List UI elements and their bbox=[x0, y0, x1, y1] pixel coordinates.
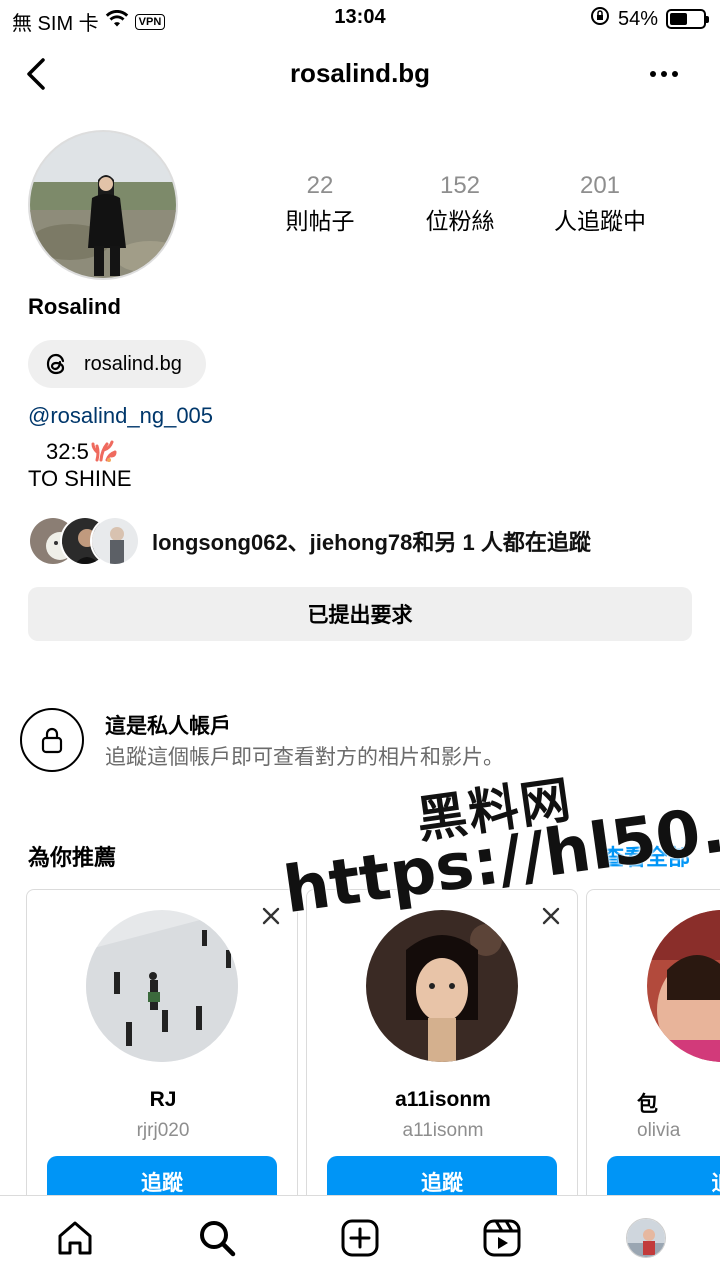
orientation-lock-icon bbox=[590, 6, 610, 32]
header-username: rosalind.bg bbox=[289, 58, 431, 88]
stat-label: 位粉絲 bbox=[425, 208, 495, 234]
battery-percent: 54% bbox=[617, 7, 658, 30]
tab-reels[interactable] bbox=[480, 1216, 524, 1260]
mutual-followers-text: longsong062、jiehong78和另 1 人都在追蹤 bbox=[152, 530, 591, 555]
suggestion-handle: rjrj020 bbox=[136, 1120, 190, 1141]
profile-avatar[interactable] bbox=[28, 130, 178, 280]
private-account-notice: 這是私人帳戶 追蹤這個帳戶即可查看對方的相片和影片。 bbox=[20, 706, 700, 774]
stat-label: 人追蹤中 bbox=[554, 208, 646, 234]
mutual-avatar bbox=[90, 516, 140, 566]
tab-home[interactable] bbox=[53, 1216, 97, 1260]
reels-icon bbox=[483, 1219, 521, 1257]
suggestion-handle: a11isonm bbox=[402, 1120, 484, 1141]
dismiss-button[interactable] bbox=[259, 904, 283, 928]
close-icon bbox=[262, 907, 280, 925]
bio-text: 32:5 bbox=[46, 439, 89, 464]
profile-tab-avatar bbox=[626, 1218, 666, 1258]
profile-stats: 22 則帖子 152 位粉絲 201 人追蹤中 bbox=[250, 172, 670, 236]
stat-posts[interactable]: 22 則帖子 bbox=[250, 172, 390, 236]
more-dots-icon bbox=[650, 71, 678, 77]
stat-followers[interactable]: 152 位粉絲 bbox=[390, 172, 530, 236]
threads-icon bbox=[46, 353, 65, 375]
status-bar: 無 SIM 卡 VPN 13:04 54% bbox=[0, 0, 720, 36]
bio-mention-link[interactable]: @rosalind_ng_005 bbox=[28, 403, 213, 429]
coral-emoji-icon bbox=[91, 436, 117, 468]
suggestion-card[interactable]: RJ rjrj020 追蹤 bbox=[26, 889, 298, 1199]
stat-value: 152 bbox=[439, 172, 481, 199]
suggestions-title: 為你推薦 bbox=[28, 845, 117, 870]
stat-following[interactable]: 201 人追蹤中 bbox=[530, 172, 670, 236]
mutual-avatars bbox=[28, 516, 140, 566]
bio-line-2: TO SHINE bbox=[28, 466, 132, 491]
bottom-tab-bar bbox=[0, 1195, 720, 1280]
follow-button[interactable]: 追蹤 bbox=[47, 1156, 277, 1199]
threads-handle: rosalind.bg bbox=[84, 352, 182, 375]
suggestion-avatar[interactable] bbox=[86, 910, 238, 1062]
stat-value: 201 bbox=[579, 172, 621, 199]
display-name: Rosalind bbox=[28, 294, 121, 319]
mutual-followers[interactable]: longsong062、jiehong78和另 1 人都在追蹤 bbox=[28, 515, 708, 567]
suggestion-carousel[interactable]: RJ rjrj020 追蹤 a11isonm a11isonm 追蹤 包 oli… bbox=[26, 889, 720, 1199]
requested-button[interactable]: 已提出要求 bbox=[28, 587, 692, 641]
stat-value: 22 bbox=[306, 172, 334, 199]
suggestion-avatar[interactable] bbox=[366, 910, 518, 1062]
suggestion-handle: olivia bbox=[637, 1120, 681, 1141]
close-icon bbox=[542, 907, 560, 925]
suggestion-name: a11isonm bbox=[395, 1088, 491, 1111]
private-subtitle: 追蹤這個帳戶即可查看對方的相片和影片。 bbox=[105, 746, 504, 769]
profile-header: rosalind.bg bbox=[0, 44, 720, 104]
stat-label: 則帖子 bbox=[285, 208, 355, 234]
battery-icon bbox=[666, 9, 709, 29]
threads-link-chip[interactable]: rosalind.bg bbox=[28, 340, 206, 388]
suggestion-card[interactable]: 包 olivia 追 bbox=[586, 889, 720, 1199]
status-right: 54% bbox=[590, 6, 709, 32]
add-post-icon bbox=[341, 1219, 379, 1257]
private-title: 這是私人帳戶 bbox=[105, 715, 231, 738]
suggestion-avatar[interactable] bbox=[647, 910, 720, 1062]
lock-icon bbox=[20, 708, 84, 772]
bio-line-1: 32:5 bbox=[46, 436, 117, 468]
suggestion-name: 包 bbox=[637, 1093, 658, 1116]
home-icon bbox=[58, 1221, 92, 1255]
follow-button[interactable]: 追 bbox=[607, 1156, 720, 1199]
tab-search[interactable] bbox=[195, 1216, 239, 1260]
more-options-button[interactable] bbox=[646, 56, 682, 92]
search-icon bbox=[200, 1221, 236, 1257]
suggestion-card[interactable]: a11isonm a11isonm 追蹤 bbox=[306, 889, 578, 1199]
dismiss-button[interactable] bbox=[539, 904, 563, 928]
suggestion-name: RJ bbox=[149, 1088, 177, 1111]
follow-button[interactable]: 追蹤 bbox=[327, 1156, 557, 1199]
tab-profile[interactable] bbox=[624, 1216, 668, 1260]
tab-create[interactable] bbox=[338, 1216, 382, 1260]
